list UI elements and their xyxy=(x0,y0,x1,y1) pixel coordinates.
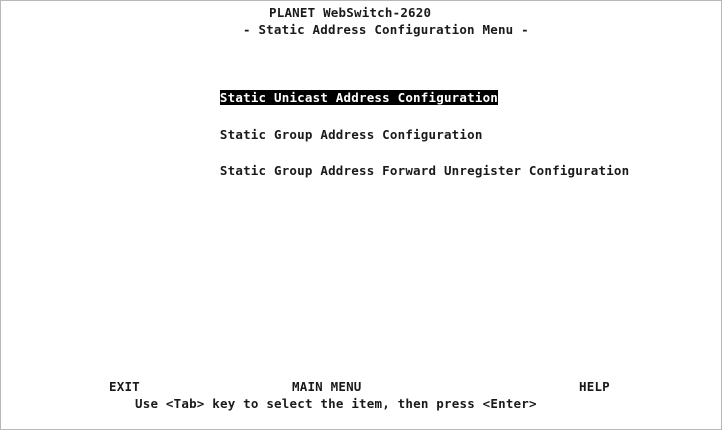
help-button[interactable]: HELP xyxy=(579,379,610,395)
terminal-screen: PLANET WebSwitch-2620 - Static Address C… xyxy=(0,0,722,430)
exit-button[interactable]: EXIT xyxy=(109,379,140,395)
menu-item-label: Static Group Address Configuration xyxy=(219,127,483,142)
menu-item-label: tatic Unicast Address Configuration xyxy=(227,90,499,105)
app-title: PLANET WebSwitch-2620 xyxy=(269,5,432,20)
menu-item-static-group-forward-unregister[interactable]: Static Group Address Forward Unregister … xyxy=(189,147,629,195)
main-menu-button[interactable]: MAIN MENU xyxy=(292,379,362,395)
menu-item-label: Static Group Address Forward Unregister … xyxy=(219,163,630,178)
selection-cursor: S xyxy=(219,90,228,105)
menu-title: - Static Address Configuration Menu - xyxy=(243,22,529,37)
status-hint: Use <Tab> key to select the item, then p… xyxy=(135,396,537,411)
